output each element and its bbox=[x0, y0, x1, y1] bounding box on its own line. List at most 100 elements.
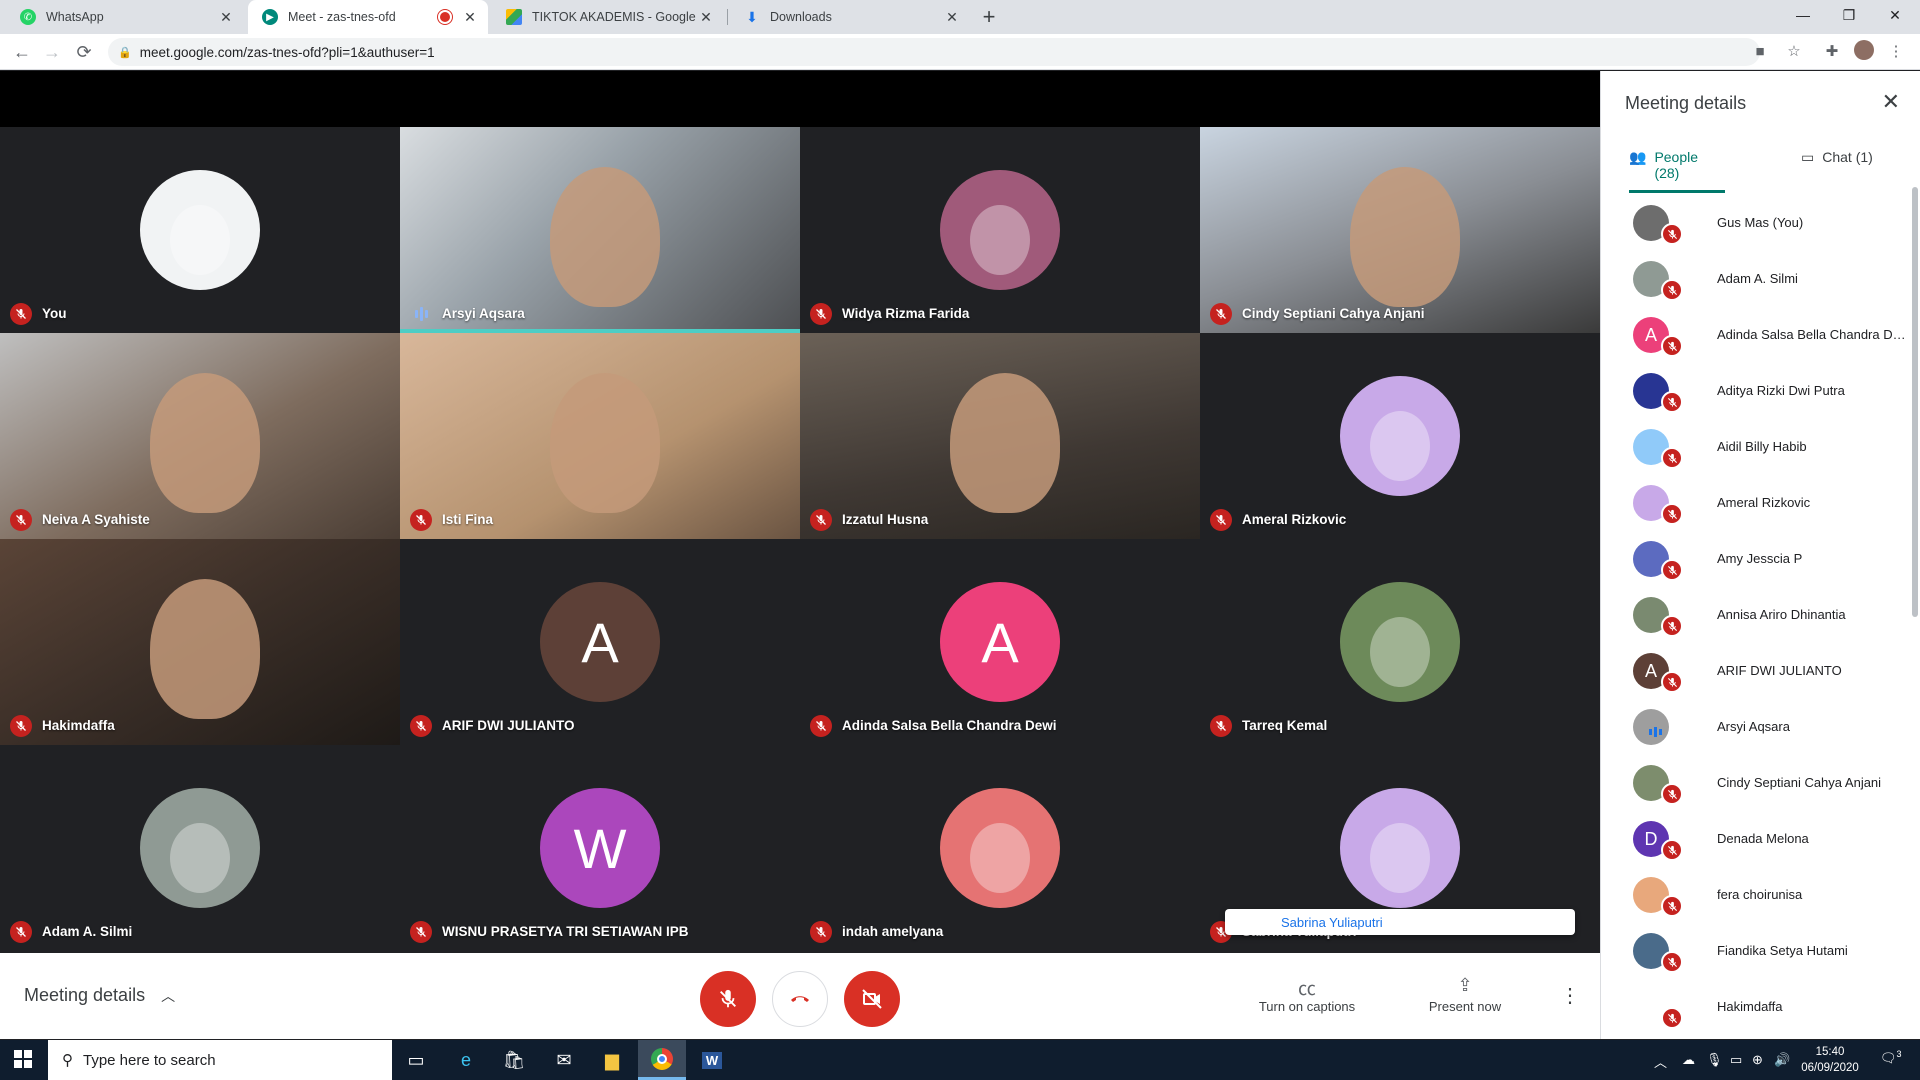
network-icon[interactable]: ☁ bbox=[1682, 1052, 1695, 1068]
forward-button[interactable]: → bbox=[40, 40, 64, 64]
task-view-icon[interactable]: ▭ bbox=[392, 1040, 440, 1080]
people-list-item[interactable]: fera choirunisa bbox=[1601, 867, 1920, 923]
call-controls-bar: Meeting details ︿ ㏄ Turn on captions ⇪ P… bbox=[0, 953, 1600, 1039]
camera-icon[interactable]: ■ bbox=[1748, 40, 1772, 64]
tab-drive[interactable]: TIKTOK AKADEMIS - Google Drive ✕ bbox=[492, 0, 724, 34]
participant-tile[interactable]: A ARIF DWI JULIANTO bbox=[400, 539, 800, 745]
close-icon[interactable]: ✕ bbox=[698, 9, 714, 26]
mic-off-icon bbox=[1661, 671, 1683, 693]
captions-button[interactable]: ㏄ Turn on captions bbox=[1252, 975, 1362, 1014]
tab-whatsapp[interactable]: ✆ WhatsApp ✕ bbox=[6, 0, 244, 34]
mic-off-icon bbox=[10, 303, 32, 325]
close-icon[interactable]: ✕ bbox=[218, 9, 234, 26]
mic-off-icon bbox=[1661, 839, 1683, 861]
new-tab-button[interactable]: + bbox=[976, 4, 1002, 30]
people-list-item[interactable]: Fiandika Setya Hutami bbox=[1601, 923, 1920, 979]
present-now-button[interactable]: ⇪ Present now bbox=[1420, 975, 1510, 1014]
close-icon[interactable]: ✕ bbox=[944, 9, 960, 26]
camera-toggle-button[interactable] bbox=[844, 971, 900, 1027]
close-icon[interactable]: ✕ bbox=[1882, 89, 1900, 115]
mic-off-icon bbox=[1661, 223, 1683, 245]
participant-tile[interactable]: A Adinda Salsa Bella Chandra Dewi bbox=[800, 539, 1200, 745]
participant-tile[interactable]: Widya Rizma Farida bbox=[800, 127, 1200, 333]
people-list-item[interactable]: Annisa Ariro Dhinantia bbox=[1601, 587, 1920, 643]
notifications-icon[interactable]: 🗨3 bbox=[1880, 1049, 1902, 1066]
people-list-item[interactable]: Arsyi Aqsara bbox=[1601, 699, 1920, 755]
present-label: Present now bbox=[1428, 999, 1502, 1014]
captions-icon: ㏄ bbox=[1298, 979, 1316, 999]
people-list-item[interactable]: Ameral Rizkovic bbox=[1601, 475, 1920, 531]
participant-tile[interactable]: indah amelyana bbox=[800, 745, 1200, 951]
people-list-item[interactable]: Cindy Septiani Cahya Anjani bbox=[1601, 755, 1920, 811]
bookmark-star-icon[interactable]: ☆ bbox=[1782, 40, 1806, 64]
whatsapp-icon: ✆ bbox=[20, 9, 36, 25]
mic-off-icon bbox=[1661, 895, 1683, 917]
back-button[interactable]: ← bbox=[10, 40, 34, 64]
meeting-details-button[interactable]: Meeting details ︿ bbox=[24, 985, 175, 1006]
tab-meet[interactable]: ▶ Meet - zas-tnes-ofd ✕ bbox=[248, 0, 488, 34]
people-list-item[interactable]: Adam A. Silmi bbox=[1601, 251, 1920, 307]
tab-chat[interactable]: ▭ Chat (1) bbox=[1801, 149, 1897, 193]
windows-start-icon[interactable] bbox=[14, 1050, 32, 1073]
minimize-button[interactable]: — bbox=[1780, 0, 1826, 30]
microphone-icon[interactable]: 🎙 bbox=[1706, 1052, 1723, 1068]
participant-tile[interactable]: You bbox=[0, 127, 400, 333]
people-list-item[interactable]: Amy Jesscia P bbox=[1601, 531, 1920, 587]
participant-tile[interactable]: Cindy Septiani Cahya Anjani bbox=[1200, 127, 1600, 333]
tab-separator bbox=[727, 9, 728, 25]
people-list-item[interactable]: A ARIF DWI JULIANTO bbox=[1601, 643, 1920, 699]
people-list-item[interactable]: D Denada Melona bbox=[1601, 811, 1920, 867]
more-options-icon[interactable]: ⋮ bbox=[1560, 983, 1580, 1008]
participant-video bbox=[400, 127, 800, 333]
people-list-item[interactable]: Hakimdaffa bbox=[1601, 979, 1920, 1035]
participant-tile[interactable]: Isti Fina bbox=[400, 333, 800, 539]
mic-off-icon bbox=[10, 921, 32, 943]
participant-tile[interactable]: Arsyi Aqsara bbox=[400, 127, 800, 333]
participant-tile[interactable]: Neiva A Syahiste bbox=[0, 333, 400, 539]
chevron-up-icon[interactable]: ︿ bbox=[1654, 1052, 1667, 1071]
restore-button[interactable]: ❐ bbox=[1826, 0, 1872, 30]
extensions-icon[interactable]: ✚ bbox=[1820, 40, 1844, 64]
participant-name: Hakimdaffa bbox=[42, 718, 115, 733]
leave-call-button[interactable] bbox=[772, 971, 828, 1027]
participant-tile[interactable]: Ameral Rizkovic bbox=[1200, 333, 1600, 539]
tab-label: Meet - zas-tnes-ofd bbox=[288, 10, 396, 24]
participant-tile[interactable]: Adam A. Silmi bbox=[0, 745, 400, 951]
taskbar-search-input[interactable]: ⚲ Type here to search bbox=[48, 1040, 392, 1080]
store-icon[interactable]: 🛍 bbox=[490, 1040, 538, 1080]
menu-icon[interactable]: ⋮ bbox=[1884, 40, 1908, 64]
participant-avatar: A bbox=[940, 582, 1060, 702]
close-window-button[interactable]: ✕ bbox=[1872, 0, 1918, 30]
people-list-item[interactable]: A Adinda Salsa Bella Chandra De... bbox=[1601, 307, 1920, 363]
mic-toggle-button[interactable] bbox=[700, 971, 756, 1027]
profile-avatar[interactable] bbox=[1852, 40, 1876, 64]
language-icon[interactable]: ⊕ bbox=[1752, 1052, 1763, 1068]
people-icon: 👥 bbox=[1629, 149, 1647, 165]
people-list-item[interactable]: Aditya Rizki Dwi Putra bbox=[1601, 363, 1920, 419]
tab-people[interactable]: 👥 People (28) bbox=[1629, 149, 1725, 193]
system-clock[interactable]: 15:40 06/09/2020 bbox=[1790, 1044, 1870, 1076]
edge-icon[interactable]: e bbox=[442, 1040, 490, 1080]
battery-icon[interactable]: ▭ bbox=[1730, 1052, 1742, 1068]
participant-name: Arsyi Aqsara bbox=[442, 306, 525, 321]
file-explorer-icon[interactable]: ▆ bbox=[588, 1040, 636, 1080]
recording-icon bbox=[440, 12, 450, 22]
mail-icon[interactable]: ✉ bbox=[540, 1040, 588, 1080]
volume-icon[interactable]: 🔊 bbox=[1774, 1052, 1790, 1068]
people-list-item[interactable]: Aidil Billy Habib bbox=[1601, 419, 1920, 475]
word-icon[interactable]: W bbox=[688, 1040, 736, 1080]
participant-tile[interactable]: Hakimdaffa bbox=[0, 539, 400, 745]
address-bar[interactable]: 🔒 meet.google.com/zas-tnes-ofd?pli=1&aut… bbox=[108, 38, 1760, 66]
participant-avatar bbox=[940, 170, 1060, 290]
reload-button[interactable]: ⟳ bbox=[72, 40, 96, 64]
notification-count: 3 bbox=[1896, 1049, 1902, 1059]
participant-tile[interactable]: Tarreq Kemal bbox=[1200, 539, 1600, 745]
close-icon[interactable]: ✕ bbox=[462, 9, 478, 26]
chrome-icon[interactable] bbox=[638, 1040, 686, 1080]
tab-downloads[interactable]: ⬇ Downloads ✕ bbox=[730, 0, 970, 34]
participant-tile[interactable]: W WISNU PRASETYA TRI SETIAWAN IPB bbox=[400, 745, 800, 951]
people-list-item[interactable]: Gus Mas (You) bbox=[1601, 195, 1920, 251]
mic-off-icon bbox=[810, 715, 832, 737]
hang-up-icon bbox=[791, 996, 809, 1002]
participant-tile[interactable]: Izzatul Husna bbox=[800, 333, 1200, 539]
